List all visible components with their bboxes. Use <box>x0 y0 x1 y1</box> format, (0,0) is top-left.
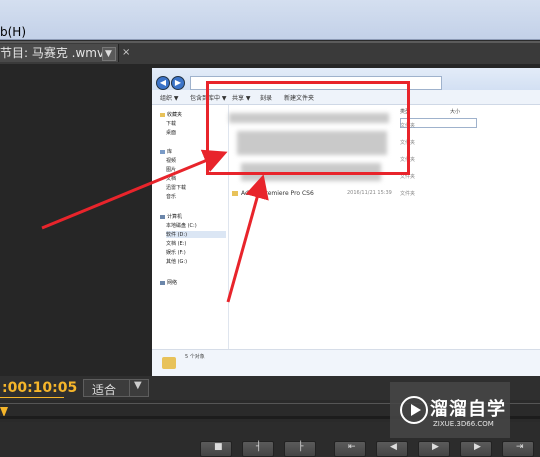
folder-icon <box>232 191 238 196</box>
step-forward-icon: ▶ <box>474 442 481 452</box>
nav-favorites: 收藏夹 <box>160 111 182 118</box>
back-arrow-icon: ◀ <box>156 76 170 90</box>
network-icon <box>160 280 165 285</box>
play-logo-icon <box>400 396 428 424</box>
nav-libraries: 库 <box>160 148 172 155</box>
column-size: 大小 <box>450 109 461 115</box>
nav-item-desktop: 桌面 <box>166 130 177 136</box>
go-to-out-button[interactable]: ⇥ <box>502 441 534 457</box>
mark-in-button[interactable]: ┤ <box>242 441 274 457</box>
nav-item-documents: 文档 <box>166 176 177 182</box>
computer-icon <box>160 214 165 219</box>
play-button[interactable]: ▶ <box>418 441 450 457</box>
step-back-button[interactable]: ◀ <box>376 441 408 457</box>
file-date: 2016/11/21 15:39 <box>347 190 392 196</box>
chevron-down-icon: ▼ <box>134 380 142 391</box>
play-icon: ▶ <box>432 442 439 452</box>
forward-arrow-icon: ▶ <box>171 76 185 90</box>
highlight-box <box>206 81 410 175</box>
nav-drive-g: 其他 (G:) <box>166 259 188 265</box>
zoom-fit-select[interactable]: 适合 ▼ <box>83 379 149 397</box>
nav-computer: 计算机 <box>160 213 182 220</box>
select-divider <box>129 380 130 396</box>
nav-drive-f: 娱乐 (F:) <box>166 250 186 256</box>
zoom-fit-label: 适合 <box>92 383 117 397</box>
type-cell: 文件夹 <box>400 191 416 197</box>
stop-button[interactable]: ■ <box>200 441 232 457</box>
nav-drive-d: 软件 (D:) <box>166 231 226 238</box>
mark-out-button[interactable]: ├ <box>284 441 316 457</box>
organize-menu: 组织 ▼ <box>160 95 179 102</box>
library-icon <box>160 149 165 154</box>
tab-program-monitor[interactable]: 节目: 马赛克 .wmv ▼ <box>0 44 119 62</box>
nav-item-thunder: 迅雷下载 <box>166 185 187 191</box>
watermark-title: 溜溜自学 <box>430 399 506 420</box>
tab-menu-button[interactable]: ▼ <box>102 47 116 61</box>
tab-close-icon[interactable]: × <box>122 44 130 62</box>
nav-item-music: 音乐 <box>166 194 177 200</box>
watermark: 溜溜自学 ZIXUE.3D66.COM <box>390 382 510 438</box>
nav-network: 网络 <box>160 279 177 286</box>
folder-icon <box>162 357 176 369</box>
menu-help[interactable]: b(H) <box>0 25 26 39</box>
list-item: Adobe Premiere Pro CS6 <box>232 190 314 197</box>
nav-item-pictures: 图片 <box>166 167 177 173</box>
step-back-icon: ◀ <box>390 442 397 452</box>
chevron-down-icon: ▼ <box>105 49 112 59</box>
go-to-in-button[interactable]: ⇤ <box>334 441 366 457</box>
step-forward-button[interactable]: ▶ <box>460 441 492 457</box>
nav-item-downloads: 下载 <box>166 121 177 127</box>
nav-item-videos: 视频 <box>166 158 177 164</box>
nav-drive-c: 本地磁盘 (C:) <box>166 223 197 229</box>
watermark-url: ZIXUE.3D66.COM <box>433 420 494 428</box>
timecode-display[interactable]: :00:10:05 <box>2 380 77 396</box>
tab-title: 节目: 马赛克 .wmv <box>0 46 105 60</box>
object-count: 5 个对象 <box>185 354 205 360</box>
mark-out-icon: ├ <box>298 442 304 452</box>
explorer-status-bar: 5 个对象 <box>152 349 540 376</box>
nav-drive-e: 文档 (E:) <box>166 241 187 247</box>
mark-in-icon: ┤ <box>256 442 262 452</box>
go-to-out-icon: ⇥ <box>516 442 524 452</box>
go-to-in-icon: ⇤ <box>348 442 356 452</box>
timecode-underline <box>0 397 64 398</box>
star-icon <box>160 112 165 117</box>
menu-bar: b(H) <box>0 0 540 40</box>
stop-icon: ■ <box>214 442 223 452</box>
